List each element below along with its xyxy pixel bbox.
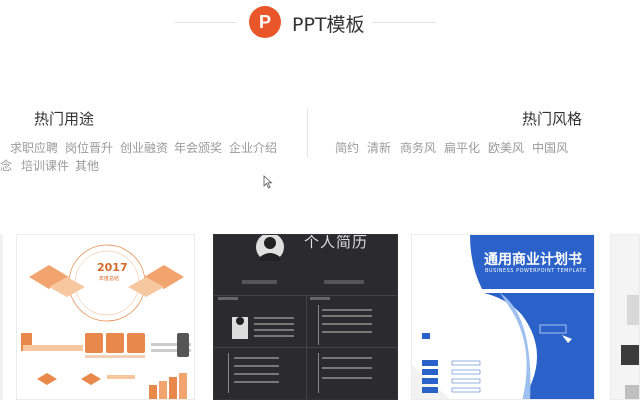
template-thumbnail-business-plan[interactable]: 2020 通用商业计划书 BUSINESS POWERPOINT TEMPLAT… (411, 234, 595, 400)
page-title: PPT模板 (292, 14, 365, 36)
partial-template-graphic (621, 295, 639, 399)
thumbnail-year: 2017 (97, 261, 128, 274)
usage-tag[interactable]: 创业融资 (120, 139, 168, 156)
template-thumbnail-annual-summary[interactable]: 2017 年度总结 (16, 234, 195, 400)
usage-tag[interactable]: 培训课件 (21, 157, 69, 174)
usage-tag[interactable]: 念 (0, 157, 12, 174)
style-tag[interactable]: 简约 (335, 139, 359, 156)
template-thumbnail-partial-left[interactable] (0, 234, 3, 400)
usage-tag[interactable]: 年会颁奖 (174, 139, 222, 156)
header-divider-right (372, 22, 436, 23)
usage-tag[interactable]: 其他 (75, 157, 99, 174)
style-section-title: 热门风格 (522, 110, 583, 128)
usage-tag[interactable]: 岗位晋升 (65, 139, 113, 156)
usage-section-title: 热门用途 (34, 110, 95, 128)
style-tag[interactable]: 商务风 (400, 139, 436, 156)
style-tag[interactable]: 中国风 (532, 139, 568, 156)
thumbnail-title: 通用商业计划书 (484, 252, 582, 268)
thumbnail-title: 个人简历 (304, 234, 369, 251)
style-tag[interactable]: 欧美风 (488, 139, 524, 156)
mouse-cursor-icon (263, 175, 273, 189)
usage-tag[interactable]: 企业介绍 (229, 139, 277, 156)
usage-tag[interactable]: 求职应聘 (10, 139, 58, 156)
header-divider-left (175, 22, 237, 23)
template-thumbnail-partial-right[interactable] (610, 234, 640, 400)
style-tag[interactable]: 扁平化 (444, 139, 480, 156)
category-divider (307, 108, 308, 158)
template-thumbnail-resume[interactable]: 个人简历 (213, 234, 398, 400)
thumbnail-subtitle: 年度总结 (99, 276, 120, 282)
style-tag[interactable]: 清新 (367, 139, 391, 156)
thumbnail-subtitle: BUSINESS POWERPOINT TEMPLATE (485, 268, 587, 274)
ppt-logo-icon: P (249, 6, 281, 38)
dark-template-graphic (214, 235, 397, 399)
orange-template-graphic (21, 244, 191, 399)
